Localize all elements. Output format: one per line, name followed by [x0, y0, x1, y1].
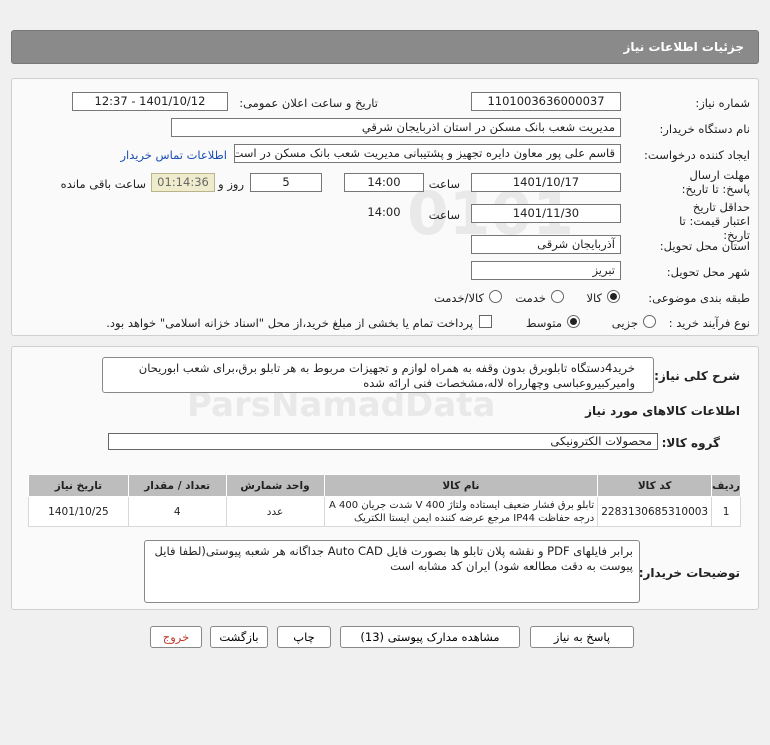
col-row: ردیف	[711, 474, 741, 497]
category-option-goods: کالا	[586, 291, 602, 305]
category-radio-goods[interactable]	[607, 290, 620, 303]
buyer-notes-textarea[interactable]: برابر فایلهای PDF و نقشه پلان تابلو ها ب…	[144, 540, 640, 603]
announce-field: 1401/10/12 - 12:37	[72, 92, 228, 111]
buyer-notes-text: برابر فایلهای PDF و نقشه پلان تابلو ها ب…	[154, 544, 633, 573]
days-field: 5	[250, 173, 322, 192]
province-label: استان محل تحویل:	[659, 239, 750, 253]
need-number-field: 1101003636000037	[471, 92, 621, 111]
cell-name: تابلو برق فشار ضعیف ایستاده ولتاژ 400 V …	[323, 496, 599, 527]
treasury-payment-note: پرداخت تمام یا بخشی از مبلغ خرید،از محل …	[106, 316, 473, 330]
attachments-button[interactable]: مشاهده مدارک پیوستی (13)	[340, 626, 520, 648]
remaining-label: ساعت باقی مانده	[60, 177, 146, 191]
buyer-label: نام دستگاه خریدار:	[659, 122, 750, 136]
col-name: نام کالا	[323, 474, 599, 497]
need-details-panel: 0101 شماره نیاز: 1101003636000037 تاریخ …	[11, 78, 759, 336]
summary-label: شرح کلی نیاز:	[654, 369, 740, 383]
buyer-notes-label: توضیحات خریدار:	[638, 566, 740, 580]
remaining-timer: 01:14:36	[151, 173, 215, 192]
page-title: جزئیات اطلاعات نیاز	[623, 40, 744, 54]
reply-button[interactable]: پاسخ به نیاز	[530, 626, 634, 648]
validity-date-field: 1401/11/30	[471, 204, 621, 223]
category-label: طبقه بندی موضوعی:	[648, 291, 750, 305]
col-date: تاریخ نیاز	[28, 474, 129, 497]
category-radio-service[interactable]	[551, 290, 564, 303]
col-code: کد کالا	[597, 474, 713, 497]
back-button[interactable]: بازگشت	[210, 626, 268, 648]
validity-time-field: 14:00	[367, 205, 401, 219]
validity-time-label: ساعت	[428, 208, 460, 222]
table-row: 1 2283130685310003 تابلو برق فشار ضعیف ا…	[28, 496, 741, 527]
cell-code: 2283130685310003	[597, 496, 713, 527]
goods-section-title: اطلاعات کالاهای مورد نیاز	[585, 404, 740, 418]
col-qty: تعداد / مقدار	[127, 474, 227, 497]
print-button[interactable]: چاپ	[277, 626, 331, 648]
cell-unit: عدد	[225, 496, 325, 527]
deadline-date-field: 1401/10/17	[471, 173, 621, 192]
goods-table: ردیف کد کالا نام کالا واحد شمارش تعداد /…	[28, 474, 741, 527]
deadline-label: مهلت ارسال پاسخ: تا تاریخ:	[681, 168, 750, 196]
page-header: جزئیات اطلاعات نیاز	[11, 30, 759, 64]
exit-button[interactable]: خروج	[150, 626, 202, 648]
description-panel: ParsNamadData شرح کلی نیاز: خرید4دستگاه …	[11, 346, 759, 610]
col-unit: واحد شمارش	[225, 474, 325, 497]
process-radio-medium[interactable]	[567, 315, 580, 328]
city-field: تبریز	[471, 261, 621, 280]
summary-text: خرید4دستگاه تابلوبرق بدون وقفه به همراه …	[138, 361, 635, 390]
contact-buyer-link[interactable]: اطلاعات تماس خریدار	[120, 148, 227, 162]
goods-group-field: محصولات الکترونیکی	[108, 433, 658, 450]
province-field: آذربایجان شرقی	[471, 235, 621, 254]
announce-label: تاریخ و ساعت اعلان عمومی:	[239, 96, 378, 110]
deadline-time-label: ساعت	[428, 177, 460, 191]
cell-row: 1	[711, 496, 741, 527]
validity-label: حداقل تاریخ اعتبار قیمت: تا تاریخ:	[679, 200, 750, 242]
category-option-goods-service: کالا/خدمت	[433, 291, 484, 305]
process-option-minor: جزیی	[611, 316, 638, 330]
process-radio-minor[interactable]	[643, 315, 656, 328]
treasury-payment-checkbox[interactable]	[479, 315, 492, 328]
action-bar: پاسخ به نیاز مشاهده مدارک پیوستی (13) چا…	[11, 616, 759, 658]
process-label: نوع فرآیند خرید :	[668, 316, 750, 330]
summary-textarea[interactable]: خرید4دستگاه تابلوبرق بدون وقفه به همراه …	[102, 357, 654, 393]
need-number-label: شماره نیاز:	[695, 96, 750, 110]
creator-label: ایجاد کننده درخواست:	[644, 148, 750, 162]
cell-qty: 4	[127, 496, 227, 527]
category-radio-goods-service[interactable]	[489, 290, 502, 303]
category-option-service: خدمت	[515, 291, 546, 305]
creator-field: قاسم علی پور معاون دایره تجهیز و پشتیبان…	[234, 144, 621, 163]
buyer-field: مدیریت شعب بانک مسکن در استان اذربایجان …	[171, 118, 621, 137]
deadline-time-field: 14:00	[344, 173, 424, 192]
cell-date: 1401/10/25	[28, 496, 129, 527]
goods-group-label: گروه کالا:	[661, 436, 720, 450]
city-label: شهر محل تحویل:	[666, 265, 750, 279]
process-option-medium: متوسط	[525, 316, 562, 330]
days-label: روز و	[218, 177, 244, 191]
